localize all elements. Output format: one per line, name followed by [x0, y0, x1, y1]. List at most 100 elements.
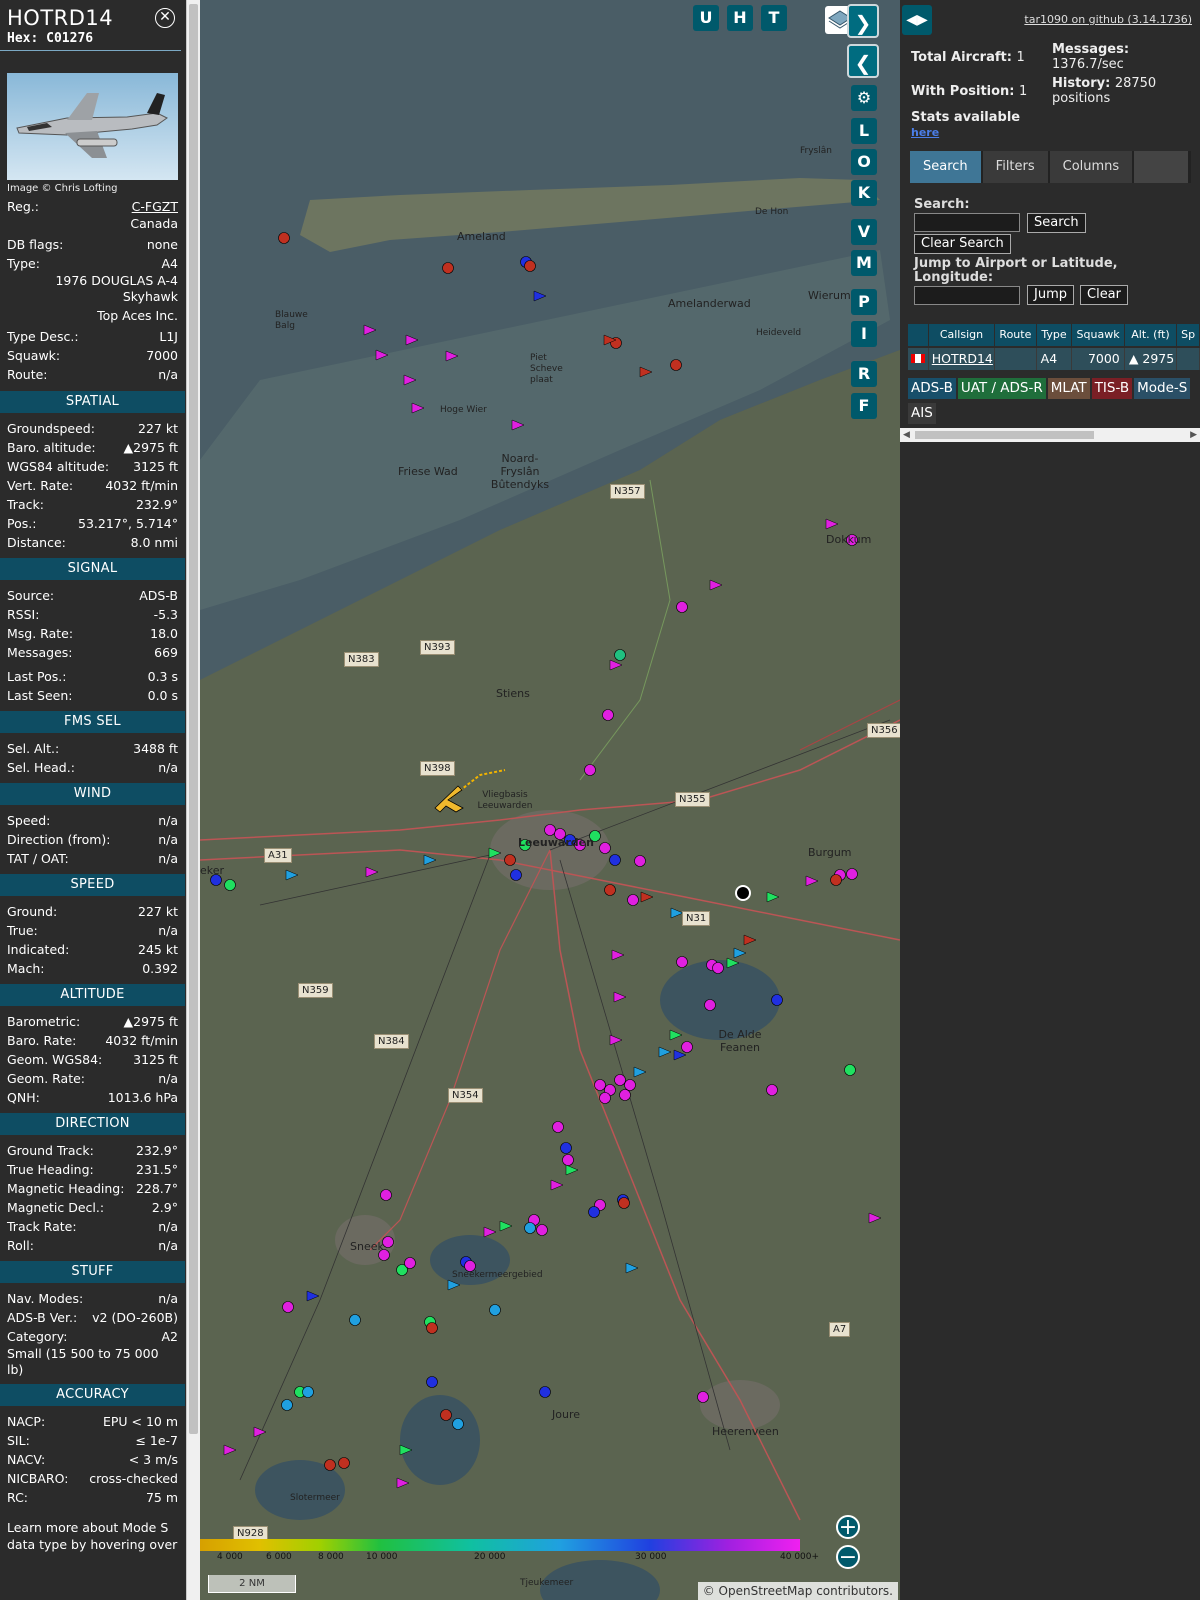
aircraft-marker[interactable] — [670, 359, 682, 371]
aircraft-marker[interactable] — [278, 232, 290, 244]
toggle-k-button[interactable]: K — [851, 180, 877, 206]
toggle-f-button[interactable]: F — [851, 393, 877, 419]
aircraft-marker[interactable] — [380, 1189, 392, 1201]
aircraft-marker[interactable] — [624, 1079, 636, 1091]
aircraft-marker[interactable] — [771, 994, 783, 1006]
aircraft-marker[interactable] — [697, 1391, 709, 1403]
aircraft-marker[interactable] — [452, 1418, 464, 1430]
clear-search-button[interactable]: Clear Search — [914, 234, 1011, 254]
col-squawk[interactable]: Squawk — [1072, 324, 1124, 346]
aircraft-marker[interactable] — [426, 1322, 438, 1334]
toggle-t-button[interactable]: T — [761, 5, 787, 31]
aircraft-marker[interactable] — [426, 1376, 438, 1388]
aircraft-marker[interactable] — [544, 824, 556, 836]
aircraft-marker[interactable] — [599, 1092, 611, 1104]
row-callsign[interactable]: HOTRD14 — [928, 348, 995, 370]
stats-here-link[interactable]: here — [911, 126, 939, 139]
tab-search[interactable]: Search — [910, 151, 981, 183]
aircraft-marker[interactable] — [536, 1224, 548, 1236]
hscroll-thumb[interactable] — [915, 431, 1094, 439]
aircraft-marker[interactable] — [844, 1064, 856, 1076]
info-scrollbar[interactable] — [186, 0, 200, 1600]
aircraft-marker[interactable] — [489, 1304, 501, 1316]
toggle-l-button[interactable]: L — [851, 118, 877, 144]
aircraft-photo[interactable] — [7, 73, 178, 180]
github-link[interactable]: tar1090 on github (3.14.1736) — [1024, 13, 1192, 26]
aircraft-marker[interactable] — [552, 1121, 564, 1133]
clear-button[interactable]: Clear — [1080, 285, 1128, 305]
toggle-v-button[interactable]: V — [851, 219, 877, 245]
split-toggle-icon[interactable]: ◀▶ — [902, 5, 932, 35]
col-type[interactable]: Type — [1036, 324, 1072, 346]
osm-link[interactable]: OpenStreetMap — [719, 1584, 813, 1598]
col-altitude[interactable]: Alt. (ft) — [1124, 324, 1177, 346]
aircraft-marker[interactable] — [618, 1197, 630, 1209]
aircraft-marker[interactable] — [681, 1041, 693, 1053]
aircraft-marker[interactable] — [604, 884, 616, 896]
expand-right-icon[interactable]: ❯ — [847, 4, 879, 38]
aircraft-marker[interactable] — [634, 855, 646, 867]
scroll-thumb[interactable] — [189, 4, 198, 1434]
aircraft-marker[interactable] — [588, 1206, 600, 1218]
aircraft-marker[interactable] — [338, 1457, 350, 1469]
aircraft-marker[interactable] — [676, 956, 688, 968]
aircraft-marker[interactable] — [766, 1084, 778, 1096]
aircraft-marker[interactable] — [846, 868, 858, 880]
aircraft-marker[interactable] — [302, 1386, 314, 1398]
registration-link[interactable]: C-FGZT — [132, 197, 178, 216]
table-row[interactable]: HOTRD14 A4 7000 ▲ 2975 — [908, 348, 1200, 370]
collapse-left-icon[interactable]: ❮ — [847, 44, 879, 78]
aircraft-marker[interactable] — [712, 962, 724, 974]
aircraft-marker[interactable] — [602, 709, 614, 721]
aircraft-marker[interactable] — [704, 999, 716, 1011]
aircraft-marker[interactable] — [609, 854, 621, 866]
toggle-i-button[interactable]: I — [851, 321, 877, 347]
aircraft-marker[interactable] — [584, 764, 596, 776]
toggle-o-button[interactable]: O — [851, 149, 877, 175]
jump-input[interactable] — [914, 286, 1020, 305]
zoom-out-icon[interactable]: − — [836, 1545, 860, 1569]
table-hscrollbar[interactable]: ◀ ▶ — [900, 428, 1200, 442]
toggle-r-button[interactable]: R — [851, 361, 877, 387]
aircraft-marker[interactable] — [324, 1459, 336, 1471]
toggle-m-button[interactable]: M — [851, 250, 877, 276]
aircraft-marker[interactable] — [539, 1386, 551, 1398]
col-route[interactable]: Route — [995, 324, 1036, 346]
jump-button[interactable]: Jump — [1027, 285, 1074, 305]
aircraft-marker[interactable] — [442, 262, 454, 274]
aircraft-marker[interactable] — [524, 260, 536, 272]
search-input[interactable] — [914, 213, 1020, 232]
tab-columns[interactable]: Columns — [1049, 151, 1133, 183]
toggle-h-button[interactable]: H — [727, 5, 753, 31]
aircraft-marker[interactable] — [404, 1257, 416, 1269]
aircraft-marker[interactable] — [599, 842, 611, 854]
col-speed[interactable]: Sp — [1177, 324, 1199, 346]
close-icon[interactable]: ✕ — [155, 8, 175, 28]
aircraft-marker[interactable] — [830, 874, 842, 886]
aircraft-marker[interactable] — [614, 649, 626, 661]
aircraft-marker[interactable] — [349, 1314, 361, 1326]
aircraft-marker[interactable] — [594, 1079, 606, 1091]
aircraft-marker[interactable] — [614, 1074, 626, 1086]
aircraft-marker[interactable] — [382, 1236, 394, 1248]
aircraft-marker[interactable] — [282, 1301, 294, 1313]
toggle-u-button[interactable]: U — [693, 5, 719, 31]
settings-gear-icon[interactable]: ⚙ — [851, 85, 877, 111]
aircraft-marker[interactable] — [524, 1222, 536, 1234]
zoom-in-icon[interactable]: + — [836, 1515, 860, 1539]
aircraft-marker[interactable] — [440, 1409, 452, 1421]
aircraft-marker[interactable] — [562, 1154, 574, 1166]
aircraft-marker[interactable] — [224, 879, 236, 891]
search-button[interactable]: Search — [1027, 213, 1086, 233]
aircraft-marker[interactable] — [676, 601, 688, 613]
tab-filters[interactable]: Filters — [982, 151, 1048, 183]
aircraft-marker[interactable] — [510, 869, 522, 881]
map-view[interactable]: Ameland Amelanderwad Blauwe Balg Piet Sc… — [200, 0, 900, 1600]
col-callsign[interactable]: Callsign — [928, 324, 995, 346]
aircraft-marker[interactable] — [627, 894, 639, 906]
toggle-p-button[interactable]: P — [851, 289, 877, 315]
aircraft-marker[interactable] — [504, 854, 516, 866]
aircraft-marker[interactable] — [619, 1089, 631, 1101]
aircraft-marker[interactable] — [281, 1399, 293, 1411]
aircraft-marker[interactable] — [560, 1142, 572, 1154]
